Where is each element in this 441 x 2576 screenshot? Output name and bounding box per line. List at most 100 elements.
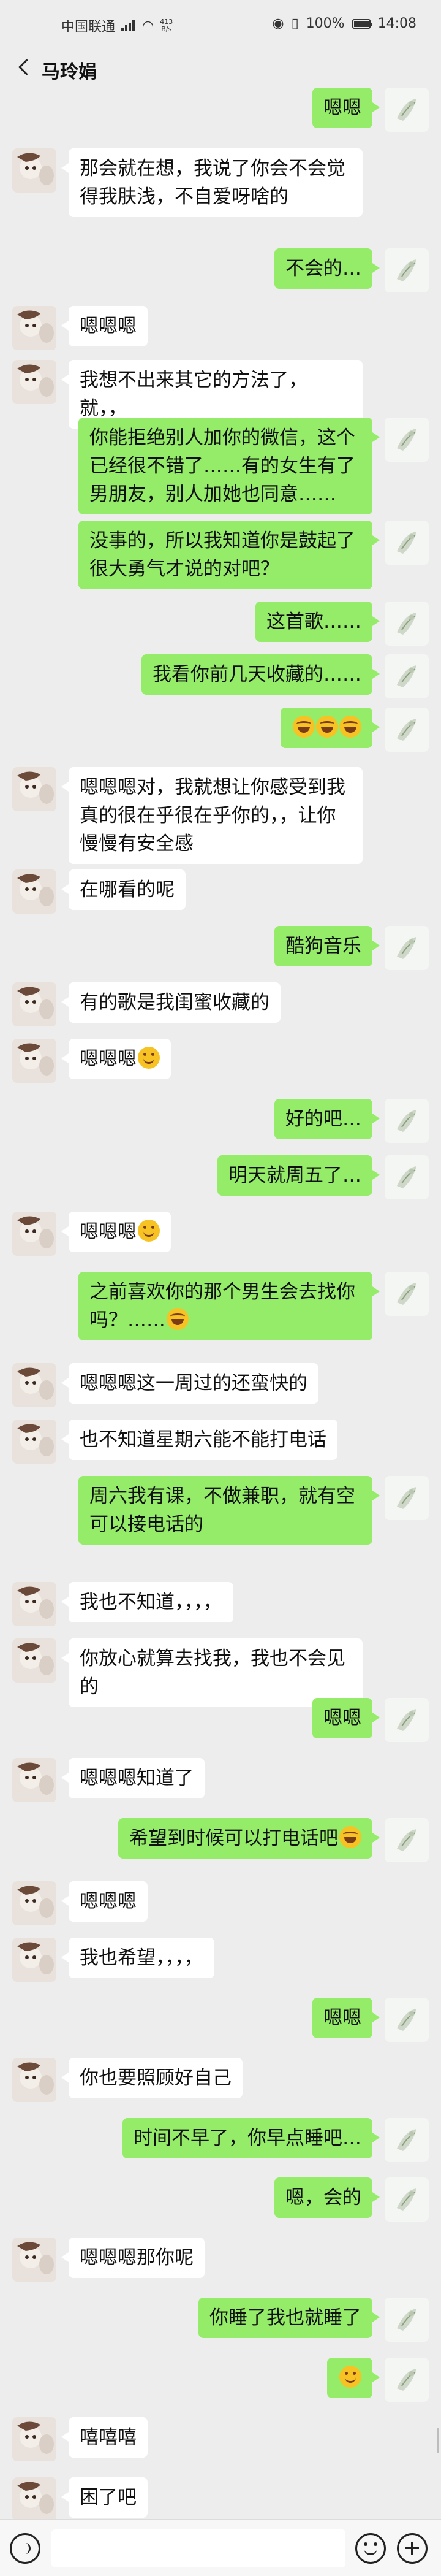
- message-text: 嗯嗯嗯那你呢: [80, 2247, 194, 2269]
- net-speed-unit: B/s: [161, 25, 172, 33]
- my-avatar[interactable]: [385, 1099, 429, 1143]
- message-bubble[interactable]: 周六我有课，不做兼职，就有空可以接电话的: [78, 1476, 380, 1545]
- chat-header: 马玲娟: [0, 52, 441, 83]
- my-avatar[interactable]: [385, 1272, 429, 1316]
- message-text: 嗯嗯嗯: [80, 1048, 137, 1070]
- my-avatar[interactable]: [385, 2298, 429, 2342]
- message-bubble[interactable]: 困了吧: [61, 2477, 148, 2518]
- message-text: 明天就周五了…: [228, 1164, 361, 1187]
- message-bubble[interactable]: 嗯嗯嗯: [61, 306, 148, 346]
- laugh-emoji-icon: [339, 1826, 361, 1848]
- contact-avatar[interactable]: [12, 1363, 56, 1407]
- message-text: 时间不早了，你早点睡吧…: [134, 2127, 361, 2149]
- message-bubble[interactable]: 我也不知道，，，，: [61, 1582, 233, 1622]
- message-bubble[interactable]: 在哪看的呢: [61, 869, 186, 910]
- my-avatar[interactable]: [385, 926, 429, 970]
- my-avatar[interactable]: [385, 521, 429, 565]
- message-bubble[interactable]: 时间不早了，你早点睡吧…: [123, 2118, 380, 2158]
- message-bubble[interactable]: 希望到时候可以打电话吧: [118, 1818, 380, 1859]
- message-text: 希望到时候可以打电话吧: [129, 1827, 338, 1849]
- my-avatar[interactable]: [385, 88, 429, 132]
- contact-avatar[interactable]: [12, 2417, 56, 2461]
- contact-avatar[interactable]: [12, 1582, 56, 1626]
- message-text: 周六我有课，不做兼职，就有空可以接电话的: [89, 1485, 355, 1535]
- battery-icon: [352, 18, 372, 29]
- my-avatar[interactable]: [385, 2177, 429, 2222]
- message-text: 嗯，会的: [285, 2187, 361, 2209]
- message-bubble[interactable]: 你能拒绝别人加你的微信，这个已经很不错了……有的女生有了男朋友，别人加她也同意……: [78, 418, 380, 514]
- contact-avatar[interactable]: [12, 148, 56, 193]
- contact-avatar[interactable]: [12, 2238, 56, 2282]
- message-bubble[interactable]: 嗯嗯: [312, 1698, 380, 1738]
- message-bubble[interactable]: 那会就在想，我说了你会不会觉得我肤浅，不自爱呀啥的: [61, 148, 363, 217]
- message-bubble[interactable]: 嗯嗯: [312, 1998, 380, 2038]
- message-text: 嘻嘻嘻: [80, 2426, 137, 2448]
- message-bubble[interactable]: 嗯嗯嗯: [61, 1881, 148, 1922]
- voice-icon[interactable]: [10, 2533, 40, 2564]
- contact-avatar[interactable]: [12, 869, 56, 914]
- my-avatar[interactable]: [385, 1818, 429, 1862]
- scrollbar-thumb[interactable]: [437, 2428, 439, 2453]
- message-bubble[interactable]: 嗯嗯嗯那你呢: [61, 2238, 205, 2278]
- message-bubble[interactable]: 嗯嗯嗯对，我就想让你感受到我真的很在乎很在乎你的，，让你慢慢有安全感: [61, 767, 363, 864]
- contact-avatar[interactable]: [12, 767, 56, 811]
- message-bubble[interactable]: 嗯嗯: [312, 88, 380, 128]
- my-avatar[interactable]: [385, 2118, 429, 2162]
- message-bubble[interactable]: 嘻嘻嘻: [61, 2417, 148, 2458]
- message-bubble[interactable]: 好的吧…: [274, 1099, 380, 1139]
- my-avatar[interactable]: [385, 1998, 429, 2042]
- laugh-emoji-icon: [316, 716, 338, 738]
- my-avatar[interactable]: [385, 708, 429, 752]
- message-bubble[interactable]: 嗯，会的: [274, 2177, 380, 2218]
- plus-icon[interactable]: [397, 2533, 428, 2564]
- contact-avatar[interactable]: [12, 1039, 56, 1083]
- contact-avatar[interactable]: [12, 1420, 56, 1464]
- back-arrow-icon[interactable]: [13, 56, 36, 78]
- message-bubble[interactable]: [281, 708, 380, 748]
- contact-avatar[interactable]: [12, 1212, 56, 1256]
- contact-avatar[interactable]: [12, 982, 56, 1026]
- message-bubble[interactable]: 明天就周五了…: [217, 1155, 380, 1196]
- emoji-icon[interactable]: [355, 2533, 386, 2564]
- contact-avatar[interactable]: [12, 1638, 56, 1683]
- my-avatar[interactable]: [385, 1476, 429, 1520]
- contact-avatar[interactable]: [12, 306, 56, 350]
- message-input[interactable]: [51, 2529, 345, 2567]
- net-speed: 413 B/s: [160, 18, 173, 33]
- message-text: 有的歌是我闺蜜收藏的: [80, 992, 270, 1014]
- message-text: 嗯嗯嗯这一周过的还蛮快的: [80, 1372, 307, 1394]
- message-bubble[interactable]: 有的歌是我闺蜜收藏的: [61, 982, 281, 1023]
- contact-avatar[interactable]: [12, 1938, 56, 1982]
- contact-avatar[interactable]: [12, 360, 56, 404]
- wifi-icon: ◠: [142, 18, 154, 34]
- message-bubble[interactable]: 你睡了我也就睡了: [198, 2298, 380, 2338]
- message-bubble[interactable]: 这首歌……: [255, 602, 380, 642]
- message-bubble[interactable]: [327, 2358, 380, 2398]
- my-avatar[interactable]: [385, 248, 429, 292]
- message-bubble[interactable]: 嗯嗯嗯: [61, 1212, 171, 1252]
- my-avatar[interactable]: [385, 654, 429, 698]
- message-bubble[interactable]: 嗯嗯嗯知道了: [61, 1758, 205, 1798]
- message-bubble[interactable]: 没事的，所以我知道你是鼓起了很大勇气才说的对吧？: [78, 521, 380, 589]
- message-text: 我想不出来其它的方法了，就，，: [80, 369, 307, 419]
- my-avatar[interactable]: [385, 2358, 429, 2402]
- message-bubble[interactable]: 我也希望，，，，: [61, 1938, 214, 1978]
- laugh-emoji-icon: [293, 716, 315, 738]
- my-avatar[interactable]: [385, 1155, 429, 1199]
- contact-avatar[interactable]: [12, 1758, 56, 1802]
- my-avatar[interactable]: [385, 1698, 429, 1742]
- my-avatar[interactable]: [385, 602, 429, 646]
- message-bubble[interactable]: 也不知道星期六能不能打电话: [61, 1420, 337, 1460]
- my-avatar[interactable]: [385, 418, 429, 462]
- message-bubble[interactable]: 我看你前几天收藏的……: [141, 654, 380, 695]
- message-bubble[interactable]: 你放心就算去找我，我也不会见的: [61, 1638, 363, 1707]
- contact-avatar[interactable]: [12, 2058, 56, 2102]
- message-bubble[interactable]: 你也要照顾好自己: [61, 2058, 243, 2098]
- message-bubble[interactable]: 嗯嗯嗯这一周过的还蛮快的: [61, 1363, 318, 1404]
- contact-avatar[interactable]: [12, 2477, 56, 2521]
- contact-avatar[interactable]: [12, 1881, 56, 1925]
- message-bubble[interactable]: 不会的…: [274, 248, 380, 289]
- message-bubble[interactable]: 之前喜欢你的那个男生会去找你吗？……: [78, 1272, 380, 1340]
- message-bubble[interactable]: 嗯嗯嗯: [61, 1039, 171, 1079]
- message-bubble[interactable]: 酷狗音乐: [274, 926, 380, 966]
